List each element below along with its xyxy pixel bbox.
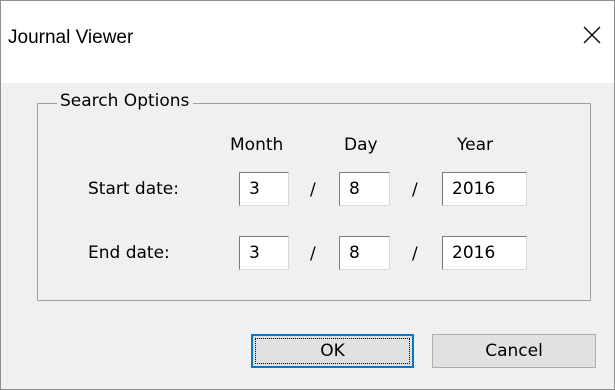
month-column-label: Month [230,135,284,155]
start-date-label: Start date: [88,179,179,199]
date-separator: / [412,180,418,200]
year-column-label: Year [457,135,493,155]
group-legend: Search Options [57,91,194,111]
start-day-field[interactable]: 8 [339,172,390,206]
end-month-field[interactable]: 3 [239,236,289,270]
end-day-field[interactable]: 8 [339,236,390,270]
dialog-window: Journal Viewer Search Options Month Day … [0,0,615,390]
cancel-button-label: Cancel [485,341,543,361]
end-year-field[interactable]: 2016 [442,236,527,270]
focus-rectangle [255,338,410,364]
start-month-field[interactable]: 3 [239,172,289,206]
ok-button[interactable]: OK [251,334,414,368]
cancel-button[interactable]: Cancel [432,334,596,368]
date-separator: / [412,244,418,264]
start-year-field[interactable]: 2016 [442,172,527,206]
end-date-label: End date: [88,243,170,263]
date-separator: / [310,244,316,264]
title-bar: Journal Viewer [1,1,614,83]
date-separator: / [310,180,316,200]
window-title: Journal Viewer [8,27,134,48]
close-button[interactable] [570,13,614,57]
day-column-label: Day [344,135,378,155]
close-icon [583,26,601,44]
